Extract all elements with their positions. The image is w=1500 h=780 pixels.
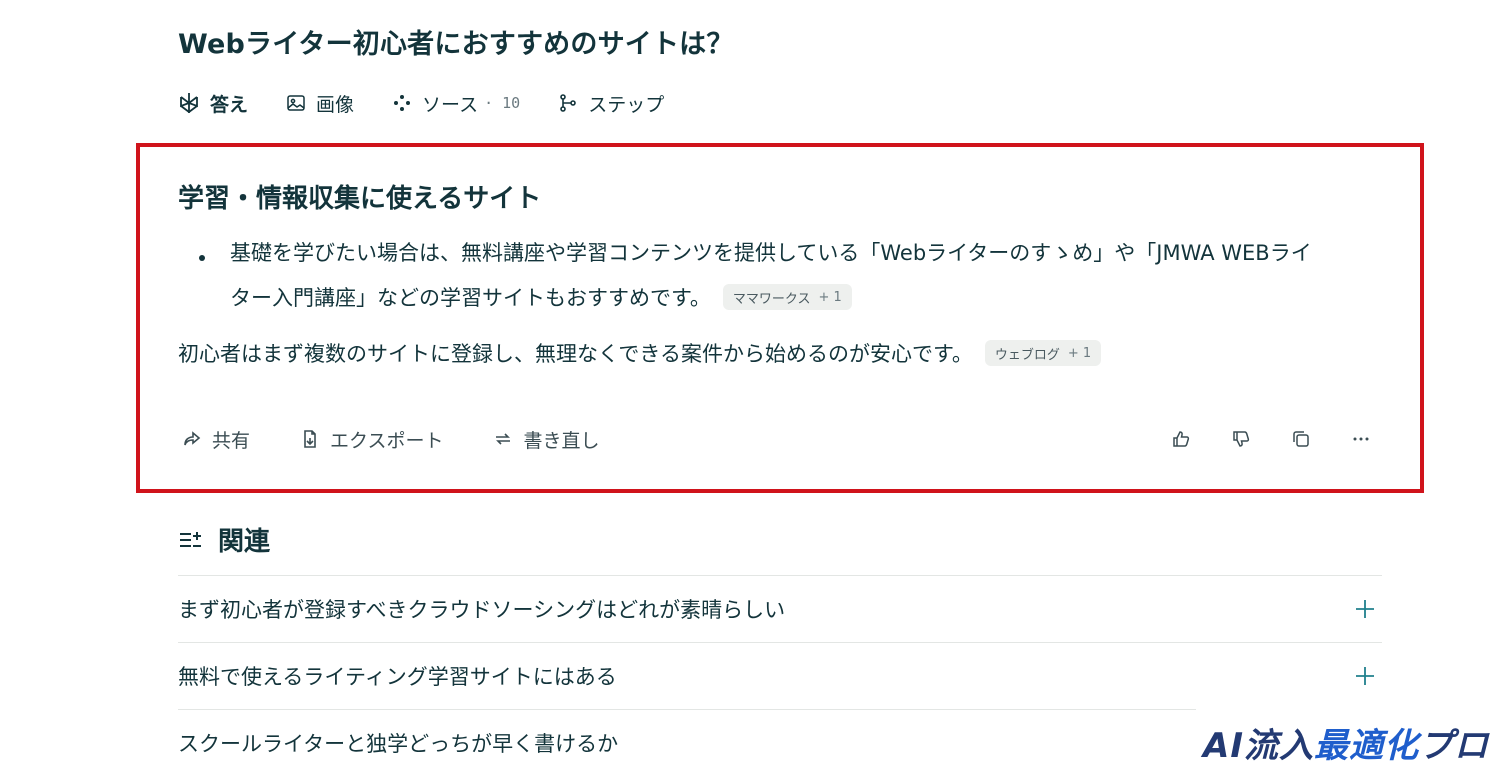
share-label: 共有	[212, 429, 251, 452]
related-item-label: スクールライターと独学どっちが早く書けるか	[178, 732, 619, 756]
tab-sources[interactable]: ソース · 10	[392, 90, 520, 117]
brand-logo-part3: プロ	[1418, 725, 1489, 766]
more-button[interactable]	[1348, 426, 1374, 452]
perplexity-answer-icon	[180, 93, 198, 114]
sources-icon	[394, 95, 411, 111]
tab-images-label: 画像	[316, 93, 355, 116]
image-icon	[287, 95, 305, 111]
answer-actions: 共有 エクスポート 書き直し	[182, 424, 649, 454]
copy-button[interactable]	[1288, 426, 1314, 452]
tab-answer-label: 答え	[210, 93, 249, 116]
tab-steps-label: ステップ	[588, 93, 665, 116]
related-item[interactable]: まず初心者が登録すべきクラウドソーシングはどれが素晴らしい	[178, 575, 1382, 642]
bullet-dot	[199, 255, 205, 261]
related-item[interactable]: 無料で使えるライティング学習サイトにはある	[178, 642, 1382, 709]
thumbs-down-button[interactable]	[1228, 426, 1254, 452]
answer-heading: 学習・情報収集に使えるサイト	[178, 184, 542, 214]
export-button[interactable]: エクスポート	[300, 426, 443, 453]
citation-plus-count: + 1	[1067, 345, 1092, 361]
answer-paragraph: 初心者はまず複数のサイトに登録し、無理なくできる案件から始めるのが安心です。 ウ…	[178, 338, 1102, 368]
citation-plus-count: + 1	[818, 289, 842, 305]
brand-logo-part1: AI流入	[1203, 725, 1314, 766]
tab-sources-count: · 10	[484, 94, 521, 112]
brand-logo: AI流入 最適化 プロ	[1196, 708, 1496, 776]
related-list-icon	[180, 531, 201, 547]
copy-icon	[1293, 431, 1309, 447]
tab-steps[interactable]: ステップ	[558, 90, 664, 117]
plus-icon	[1356, 667, 1374, 685]
export-icon	[304, 430, 316, 448]
bullet-text-line1: 基礎を学びたい場合は、無料講座や学習コンテンツを提供している「Webライターのす…	[230, 241, 1312, 265]
plus-icon	[1356, 600, 1374, 618]
thumbs-up-button[interactable]	[1168, 426, 1194, 452]
related-title: 関連	[218, 527, 271, 557]
rewrite-label: 書き直し	[523, 429, 600, 452]
brand-logo-part2: 最適化	[1313, 725, 1419, 766]
query-title: Webライター初心者におすすめのサイトは？	[178, 29, 734, 60]
related-item-label: まず初心者が登録すべきクラウドソーシングはどれが素晴らしい	[178, 598, 786, 622]
related-item-label: 無料で使えるライティング学習サイトにはある	[178, 665, 617, 689]
thumbs-up-icon	[1173, 431, 1190, 447]
tab-sources-label: ソース	[422, 93, 479, 116]
steps-icon	[560, 94, 577, 112]
rewrite-icon	[496, 433, 511, 445]
more-icon	[1353, 437, 1369, 441]
bullet-text-line2-text: ター入門講座」などの学習サイトもおすすめです。	[230, 286, 711, 310]
result-tabs: 答え 画像 ソース · 10 ステップ	[178, 86, 702, 120]
citation-source: ウェブログ	[994, 347, 1060, 363]
share-button[interactable]: 共有	[182, 426, 250, 453]
feedback-actions	[1168, 424, 1374, 454]
answer-paragraph-text: 初心者はまず複数のサイトに登録し、無理なくできる案件から始めるのが安心です。	[178, 342, 973, 366]
bullet-text-line2: ター入門講座」などの学習サイトもおすすめです。 ママワークス + 1	[230, 282, 852, 312]
citation-source: ママワークス	[732, 291, 811, 307]
export-label: エクスポート	[330, 429, 444, 452]
tab-images[interactable]: 画像	[286, 90, 354, 117]
thumbs-down-icon	[1233, 431, 1250, 447]
share-icon	[184, 431, 201, 446]
citation-chip[interactable]: ウェブログ + 1	[984, 340, 1102, 366]
tab-answer[interactable]: 答え	[178, 90, 248, 117]
citation-chip[interactable]: ママワークス + 1	[722, 284, 852, 310]
rewrite-button[interactable]: 書き直し	[493, 426, 599, 453]
related-header: 関連	[178, 521, 270, 558]
